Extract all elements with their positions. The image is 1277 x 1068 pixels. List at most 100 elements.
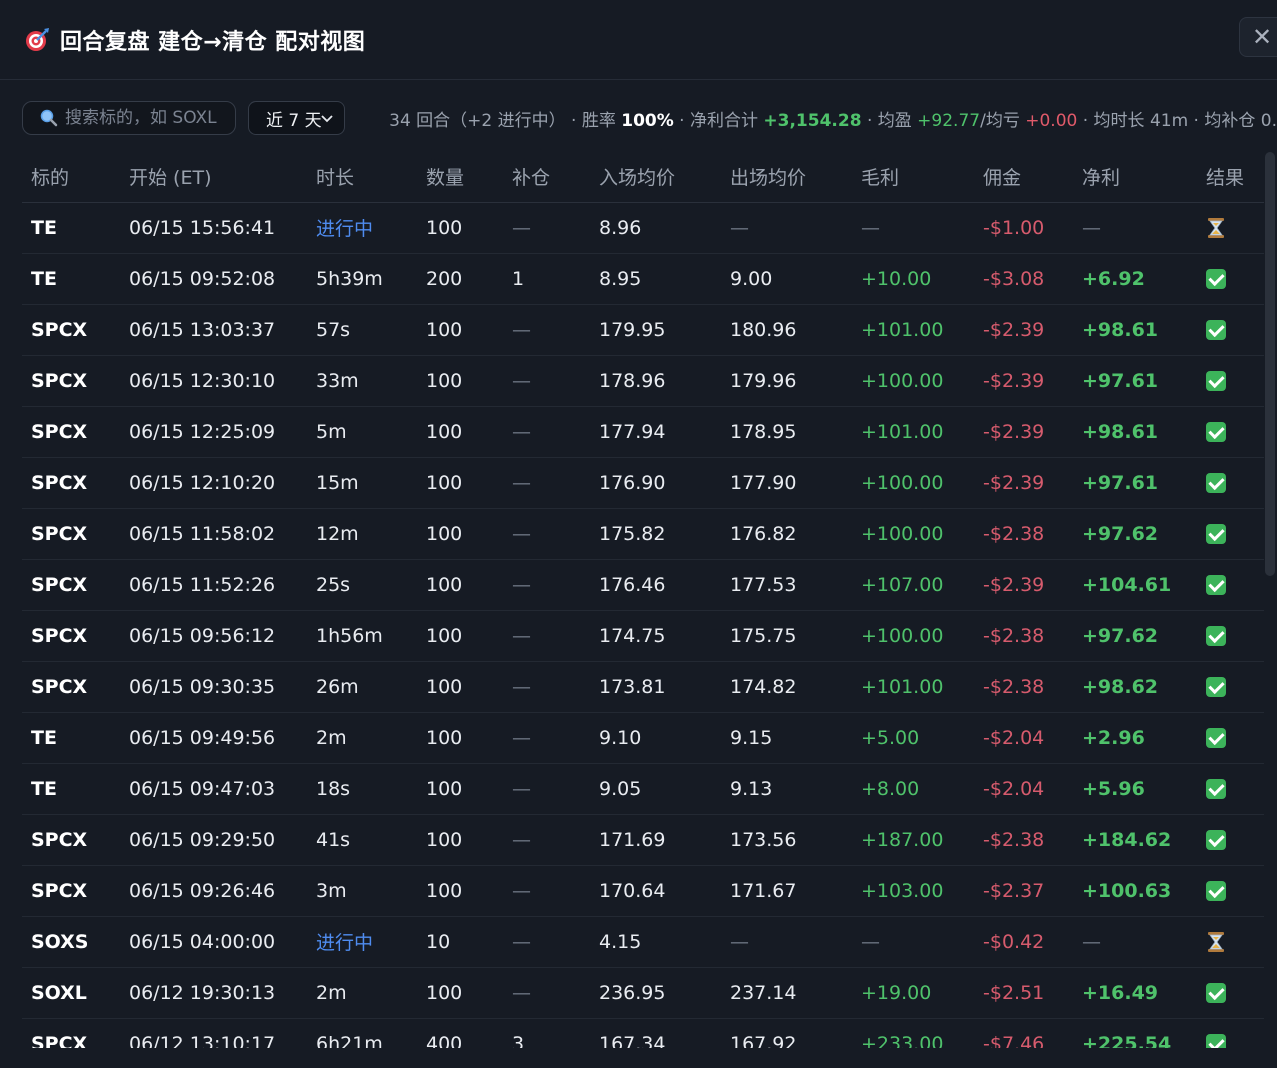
gross-profit-cell: +100.00 bbox=[852, 457, 974, 509]
column-header-result[interactable]: 结果 bbox=[1197, 152, 1264, 203]
commission-cell: -$2.04 bbox=[974, 763, 1073, 815]
gross-profit-cell: +187.00 bbox=[852, 814, 974, 866]
exit-price-cell: — bbox=[721, 916, 852, 968]
avg-win: +92.77 bbox=[917, 110, 981, 131]
quantity-cell: 100 bbox=[417, 559, 503, 611]
column-header-net[interactable]: 净利 bbox=[1073, 152, 1197, 203]
table-row[interactable]: SPCX 06/15 11:52:26 25s 100—176.46 177.53 +10… bbox=[22, 559, 1264, 611]
symbol-cell: SOXL bbox=[22, 967, 120, 1019]
column-header-add[interactable]: 补仓 bbox=[503, 152, 590, 203]
column-header-exit[interactable]: 出场均价 bbox=[721, 152, 852, 203]
table-row[interactable]: TE 06/15 09:49:56 2m 100—9.10 9.15 +5.00 -$2.0… bbox=[22, 712, 1264, 764]
date-range-value: 近 7 天 bbox=[266, 110, 322, 131]
quantity-cell: 100 bbox=[417, 304, 503, 356]
symbol-cell: SPCX bbox=[22, 508, 120, 560]
symbol-cell: TE bbox=[22, 763, 120, 815]
check-mark-icon bbox=[1206, 371, 1226, 391]
gross-profit-cell: +19.00 bbox=[852, 967, 974, 1019]
check-mark-icon bbox=[1206, 1034, 1226, 1048]
column-header-entry[interactable]: 入场均价 bbox=[590, 152, 721, 203]
table-row[interactable]: SPCX 06/15 12:30:10 33m 100—178.96 179.96 +10… bbox=[22, 355, 1264, 407]
symbol-cell: SPCX bbox=[22, 1018, 120, 1048]
net-profit-cell: +97.61 bbox=[1073, 457, 1197, 509]
net-profit-cell: — bbox=[1073, 202, 1197, 254]
column-header-start[interactable]: 开始 (ET) bbox=[120, 152, 307, 203]
symbol-cell: SPCX bbox=[22, 457, 120, 509]
result-cell bbox=[1197, 865, 1264, 917]
quantity-cell: 100 bbox=[417, 508, 503, 560]
start-time-cell: 06/15 09:26:46 bbox=[120, 865, 307, 917]
table-row[interactable]: SOXS 06/15 04:00:00 进行中 10—4.15— — -$0.42— bbox=[22, 916, 1264, 968]
check-mark-icon bbox=[1206, 728, 1226, 748]
check-mark-icon bbox=[1206, 677, 1226, 697]
table-row[interactable]: TE 06/15 09:47:03 18s 100—9.05 9.13 +8.00 -$2.… bbox=[22, 763, 1264, 815]
table-row[interactable]: SPCX 06/15 11:58:02 12m 100—175.82 176.82 +10… bbox=[22, 508, 1264, 560]
target-dart-icon bbox=[24, 27, 50, 53]
start-time-cell: 06/15 09:29:50 bbox=[120, 814, 307, 866]
table-row[interactable]: SPCX 06/15 12:25:09 5m 100—177.94 178.95 +101… bbox=[22, 406, 1264, 458]
quantity-cell: 100 bbox=[417, 865, 503, 917]
gross-profit-cell: +233.00 bbox=[852, 1018, 974, 1048]
quantity-cell: 100 bbox=[417, 406, 503, 458]
add-count-cell: — bbox=[503, 610, 590, 662]
exit-price-cell: 179.96 bbox=[721, 355, 852, 407]
table-row[interactable]: SPCX 06/15 12:10:20 15m 100—176.90 177.90 +10… bbox=[22, 457, 1264, 509]
gross-profit-cell: +101.00 bbox=[852, 406, 974, 458]
add-count-cell: — bbox=[503, 457, 590, 509]
table-row[interactable]: SOXL 06/12 19:30:13 2m 100—236.95 237.14 +19.… bbox=[22, 967, 1264, 1019]
gross-profit-cell: — bbox=[852, 202, 974, 254]
commission-cell: -$2.04 bbox=[974, 712, 1073, 764]
check-mark-icon bbox=[1206, 626, 1226, 646]
exit-price-cell: 180.96 bbox=[721, 304, 852, 356]
gross-profit-cell: +101.00 bbox=[852, 304, 974, 356]
search-box[interactable] bbox=[22, 101, 236, 135]
check-mark-icon bbox=[1206, 779, 1226, 799]
add-count-cell: — bbox=[503, 967, 590, 1019]
table-row[interactable]: TE 06/15 09:52:08 5h39m 200 1 8.95 9.00 +10.00-… bbox=[22, 253, 1264, 305]
search-input[interactable] bbox=[65, 108, 235, 128]
duration-cell: 2m bbox=[307, 967, 417, 1019]
commission-cell: -$2.38 bbox=[974, 661, 1073, 713]
add-count-cell: — bbox=[503, 916, 590, 968]
add-count-cell: — bbox=[503, 661, 590, 713]
add-count-cell: 1 bbox=[503, 253, 590, 305]
check-mark-icon bbox=[1206, 881, 1226, 901]
commission-cell: -$2.39 bbox=[974, 406, 1073, 458]
scrollbar[interactable] bbox=[1265, 152, 1275, 576]
net-profit-cell: +97.62 bbox=[1073, 610, 1197, 662]
table-row[interactable]: SPCX 06/15 13:03:37 57s 100—179.95 180.96 +10… bbox=[22, 304, 1264, 356]
column-header-fee[interactable]: 佣金 bbox=[974, 152, 1073, 203]
table-row[interactable]: SPCX 06/12 13:10:17 6h21m 400 3 167.34 167.92 +… bbox=[22, 1018, 1264, 1048]
table-row[interactable]: SPCX 06/15 09:30:35 26m 100—173.81 174.82 +10… bbox=[22, 661, 1264, 713]
add-count-cell: — bbox=[503, 814, 590, 866]
result-cell bbox=[1197, 661, 1264, 713]
commission-cell: -$1.00 bbox=[974, 202, 1073, 254]
symbol-cell: SPCX bbox=[22, 304, 120, 356]
column-header-qty[interactable]: 数量 bbox=[417, 152, 503, 203]
net-total: +3,154.28 bbox=[763, 110, 862, 131]
close-button[interactable]: ✕ bbox=[1239, 17, 1277, 57]
table-row[interactable]: SPCX 06/15 09:56:12 1h56m 100—174.75 175.75 +… bbox=[22, 610, 1264, 662]
symbol-cell: TE bbox=[22, 202, 120, 254]
add-count-cell: — bbox=[503, 202, 590, 254]
result-cell bbox=[1197, 559, 1264, 611]
exit-price-cell: 167.92 bbox=[721, 1018, 852, 1048]
result-cell bbox=[1197, 253, 1264, 305]
entry-price-cell: 177.94 bbox=[590, 406, 721, 458]
table-row[interactable]: SPCX 06/15 09:26:46 3m 100—170.64 171.67 +103… bbox=[22, 865, 1264, 917]
quantity-cell: 100 bbox=[417, 712, 503, 764]
result-cell bbox=[1197, 712, 1264, 764]
column-header-gross[interactable]: 毛利 bbox=[852, 152, 974, 203]
table-row[interactable]: SPCX 06/15 09:29:50 41s 100—171.69 173.56 +18… bbox=[22, 814, 1264, 866]
entry-price-cell: 8.96 bbox=[590, 202, 721, 254]
rounds-table-container[interactable]: 标的 开始 (ET) 时长 数量 补仓 入场均价 出场均价 毛利 佣金 净利 结果 TE 06/15 … bbox=[22, 152, 1264, 1048]
net-profit-cell: +2.96 bbox=[1073, 712, 1197, 764]
table-row[interactable]: TE 06/15 15:56:41 进行中 100—8.96— — -$1.00— bbox=[22, 202, 1264, 254]
add-count-cell: — bbox=[503, 508, 590, 560]
entry-price-cell: 175.82 bbox=[590, 508, 721, 560]
column-header-symbol[interactable]: 标的 bbox=[22, 152, 120, 203]
gross-profit-cell: +101.00 bbox=[852, 661, 974, 713]
exit-price-cell: 9.15 bbox=[721, 712, 852, 764]
date-range-select[interactable]: 近 7 天 bbox=[248, 101, 346, 135]
column-header-duration[interactable]: 时长 bbox=[307, 152, 417, 203]
